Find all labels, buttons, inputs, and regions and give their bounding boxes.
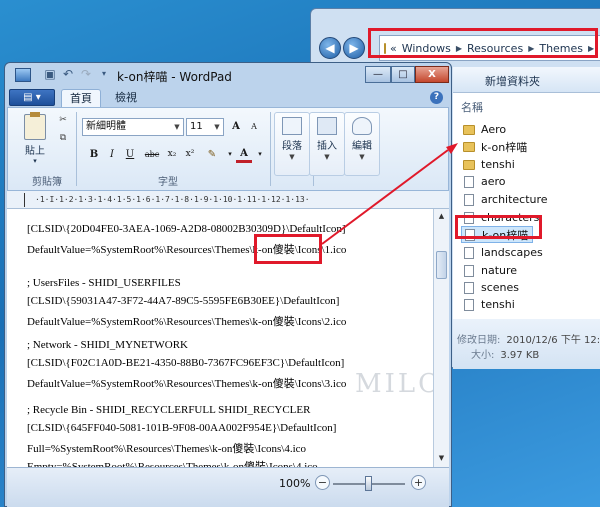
annotation-arrow-line (321, 149, 449, 245)
annotation-arrow-head (446, 143, 458, 154)
annotation-arrow (321, 143, 458, 245)
